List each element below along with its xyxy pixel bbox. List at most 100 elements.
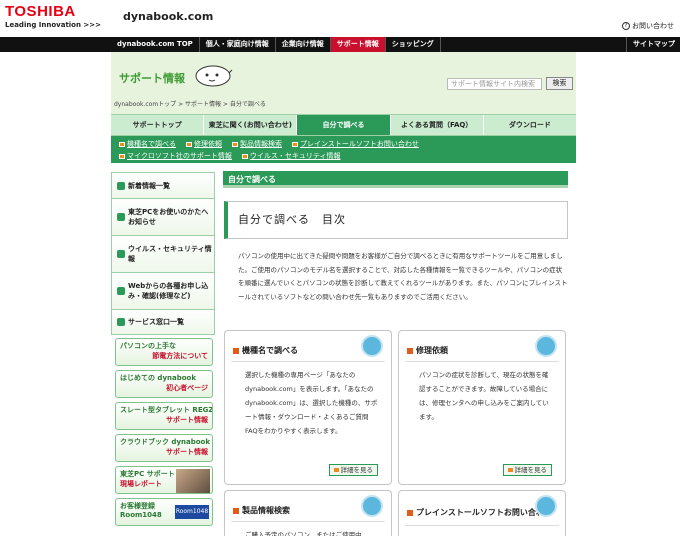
sidebar-item-service[interactable]: サービス窓口一覧 xyxy=(111,309,215,335)
card-title-text: 機種名で調べる xyxy=(242,346,298,355)
subnav-preinstall[interactable]: プレインストールソフトお問い合わせ xyxy=(292,139,419,149)
subnav-label: マイクロソフト社のサポート情報 xyxy=(127,152,232,160)
banner-cloudbook[interactable]: クラウドブック dynabook AZ サポート情報 xyxy=(115,434,213,462)
topnav-dynabook-top[interactable]: dynabook.com TOP xyxy=(111,37,200,52)
mascot-icon xyxy=(195,65,233,87)
subnav-label: 修理依頼 xyxy=(194,140,222,148)
news-icon xyxy=(117,181,125,190)
sidebar-item-news[interactable]: 新着情報一覧 xyxy=(111,172,215,198)
card-repair: 修理依頼 パソコンの症状を診断して、現在の状態を確認することができます。故障して… xyxy=(398,330,566,485)
topnav-personal[interactable]: 個人・家庭向け情報 xyxy=(200,37,276,52)
card-model-search: 機種名で調べる 選択した機種の専用ページ「あなたのdynabook.com」を表… xyxy=(224,330,392,485)
banner-line1: クラウドブック dynabook AZ xyxy=(120,438,213,446)
intro-text: パソコンの使用中に出てきた疑問や問題をお客様がご自分で調べるときに有用なサポート… xyxy=(238,252,568,301)
card-product-search: 製品情報検索 ご購入予定のパソコン、またはご使用中 xyxy=(224,490,392,536)
sidebar-label: Webからの各種お申し込み・確認(修理など) xyxy=(128,282,209,300)
card-title-text: 修理依頼 xyxy=(416,346,448,355)
bullet-icon xyxy=(333,468,339,472)
notice-icon xyxy=(117,213,125,221)
section-title: 自分で調べる xyxy=(223,171,568,188)
tab-download[interactable]: ダウンロード xyxy=(484,115,576,135)
main-tabs: サポートトップ 東芝に聞く(お問い合わせ) 自分で調べる よくある質問（FAQ）… xyxy=(111,114,576,136)
sidebar-label: サービス窓口一覧 xyxy=(128,318,184,326)
upload-icon xyxy=(535,495,557,517)
stethoscope-icon xyxy=(535,335,557,357)
subnav-label: プレインストールソフトお問い合わせ xyxy=(300,140,419,148)
room-badge: Room1048 xyxy=(175,505,209,519)
subnav-virus[interactable]: ウイルス・セキュリティ情報 xyxy=(241,151,341,161)
details-label: 詳細を見る xyxy=(514,466,548,474)
top-navigation: dynabook.com TOP 個人・家庭向け情報 企業向け情報 サポート情報… xyxy=(0,37,680,52)
page-title: 自分で調べる 目次 xyxy=(224,201,568,239)
contact-label: お問い合わせ xyxy=(632,22,674,30)
search-button[interactable]: 検索 xyxy=(546,77,573,90)
details-label: 詳細を見る xyxy=(340,466,374,474)
subnav-repair[interactable]: 修理依頼 xyxy=(186,139,222,149)
support-title: サポート情報 xyxy=(119,72,185,85)
banner-line2: 初心者ページ xyxy=(166,384,208,392)
bullet-icon xyxy=(292,141,298,147)
computer-icon xyxy=(361,335,383,357)
topnav-support[interactable]: サポート情報 xyxy=(330,37,386,52)
topnav-business[interactable]: 企業向け情報 xyxy=(276,37,331,52)
sidebar-item-web-apply[interactable]: Webからの各種お申し込み・確認(修理など) xyxy=(111,272,215,309)
banner-line2: サポート情報 xyxy=(166,416,208,424)
bullet-icon xyxy=(233,347,239,354)
topnav-shopping[interactable]: ショッピング xyxy=(386,37,441,52)
site-name[interactable]: dynabook.com xyxy=(123,10,213,23)
bullet-icon xyxy=(407,347,413,354)
sidebar: 新着情報一覧 東芝PCをお使いのかたへお知らせ ウイルス・セキュリティ情報 We… xyxy=(111,172,215,335)
bullet-icon xyxy=(119,141,125,147)
bullet-icon xyxy=(407,509,413,516)
tab-self-research[interactable]: 自分で調べる xyxy=(297,115,391,135)
shield-icon xyxy=(117,250,125,258)
banner-beginner[interactable]: はじめての dynabook 初心者ページ xyxy=(115,370,213,398)
banner-regza-tablet[interactable]: スレート型タブレット REGZA Tablet サポート情報 xyxy=(115,402,213,430)
banner-line1: はじめての dynabook xyxy=(120,374,197,382)
question-icon: ? xyxy=(622,22,630,30)
site-header: TOSHIBA Leading Innovation >>> dynabook.… xyxy=(0,0,680,37)
card-body: 選択した機種の専用ページ「あなたのdynabook.com」を表示します。「あな… xyxy=(245,371,378,435)
subnav-product-search[interactable]: 製品情報検索 xyxy=(232,139,282,149)
sidebar-item-virus[interactable]: ウイルス・セキュリティ情報 xyxy=(111,235,215,272)
brand-name: TOSHIBA xyxy=(5,3,76,20)
subnav-label: ウイルス・セキュリティ情報 xyxy=(249,152,341,160)
contact-link[interactable]: ? お問い合わせ xyxy=(622,21,674,31)
tab-faq[interactable]: よくある質問（FAQ） xyxy=(391,115,484,135)
card-body: ご購入予定のパソコン、またはご使用中 xyxy=(245,531,362,536)
banner-line1: パソコンの上手な xyxy=(120,342,176,350)
book-icon xyxy=(117,318,125,326)
sub-navigation: 機種名で調べる 修理依頼 製品情報検索 プレインストールソフトお問い合わせ マイ… xyxy=(111,136,576,163)
card-body: パソコンの症状を診断して、現在の状態を確認することができます。故障している場合に… xyxy=(419,371,549,421)
card-title-text: 製品情報検索 xyxy=(242,506,290,515)
banner-registration[interactable]: お客様登録 Room1048 Room1048 xyxy=(115,498,213,526)
banner-line1: スレート型タブレット REGZA Tablet xyxy=(120,406,213,414)
subnav-model-search[interactable]: 機種名で調べる xyxy=(119,139,176,149)
sidebar-label: 新着情報一覧 xyxy=(128,181,170,190)
sidebar-label: 東芝PCをお使いのかたへお知らせ xyxy=(128,208,209,226)
bullet-icon xyxy=(186,141,192,147)
card-title-text: プレインストールソフトお問い合わせ xyxy=(416,507,552,517)
web-icon xyxy=(117,287,125,295)
document-icon xyxy=(361,495,383,517)
subnav-label: 機種名で調べる xyxy=(127,140,176,148)
breadcrumb[interactable]: dynabook.comトップ > サポート情報 > 自分で調べる xyxy=(111,98,576,111)
tab-support-top[interactable]: サポートトップ xyxy=(111,115,205,135)
banner-line2: サポート情報 xyxy=(166,448,208,456)
subnav-label: 製品情報検索 xyxy=(240,140,282,148)
site-search-input[interactable]: サポート情報サイト内検索 xyxy=(447,78,542,90)
brand-tagline: Leading Innovation >>> xyxy=(5,21,102,29)
sidebar-item-notice[interactable]: 東芝PCをお使いのかたへお知らせ xyxy=(111,198,215,235)
topnav-sitemap[interactable]: サイトマップ xyxy=(626,37,680,52)
card-preinstall: プレインストールソフトお問い合わせ xyxy=(398,490,566,536)
subnav-microsoft[interactable]: マイクロソフト社のサポート情報 xyxy=(119,151,232,161)
sidebar-label: ウイルス・セキュリティ情報 xyxy=(128,245,212,263)
toshiba-logo[interactable]: TOSHIBA Leading Innovation >>> xyxy=(5,4,101,29)
banner-power-saving[interactable]: パソコンの上手な節電方法について xyxy=(115,338,213,366)
bullet-icon xyxy=(241,153,248,159)
details-button[interactable]: 詳細を見る xyxy=(328,464,378,476)
tab-ask-toshiba[interactable]: 東芝に聞く(お問い合わせ) xyxy=(204,115,298,135)
details-button[interactable]: 詳細を見る xyxy=(502,464,552,476)
banner-field-report[interactable]: 東芝PC サポート・サービス 現場レポート xyxy=(115,466,213,494)
banner-line2: 節電方法について xyxy=(152,352,208,360)
